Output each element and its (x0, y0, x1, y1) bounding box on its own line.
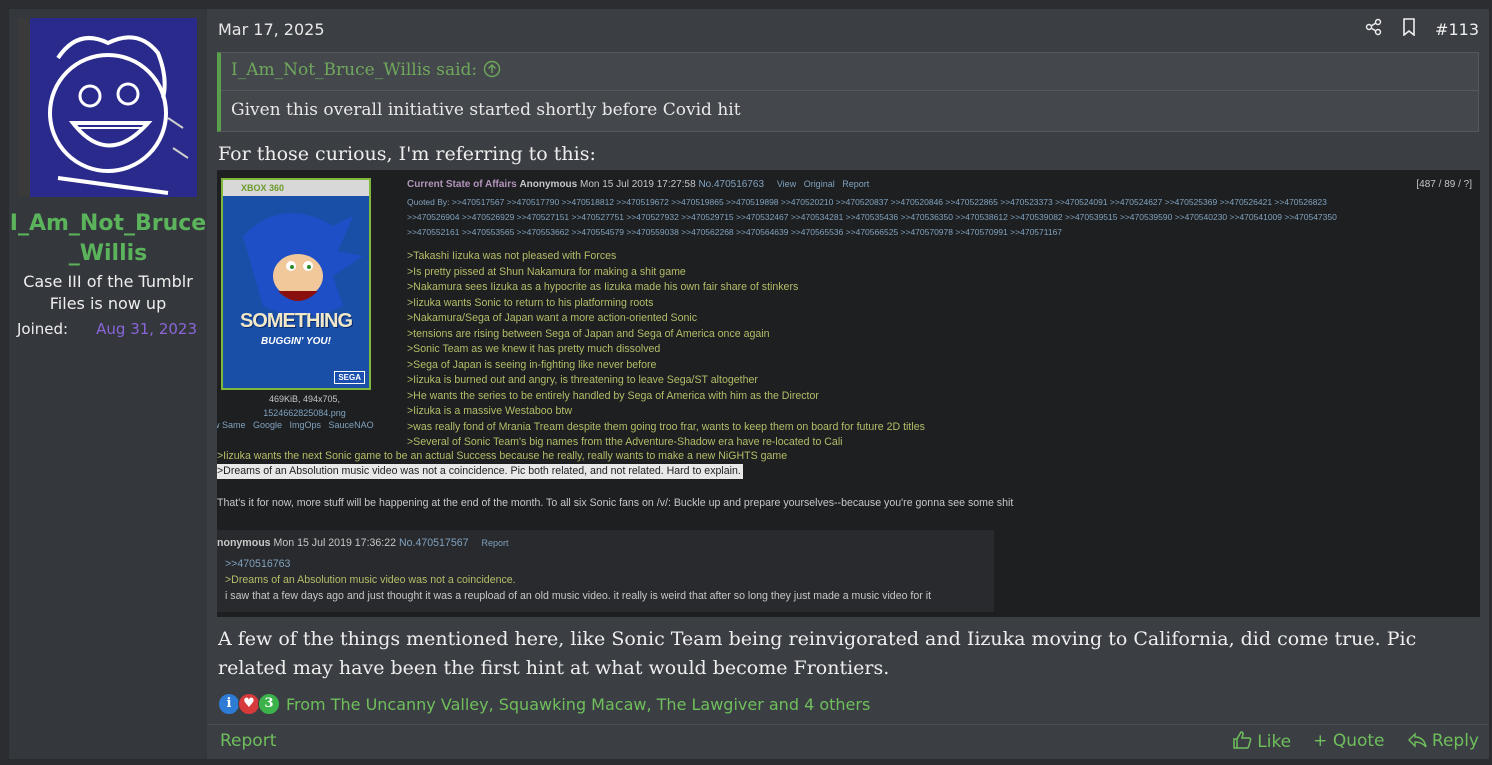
post: I_Am_Not_Bruce _Willis Case III of the T… (8, 8, 1490, 760)
thread-stats: [487 / 89 / ?] (1416, 179, 1472, 190)
greentext-line: >was really fond of Mrania Tream despite… (407, 420, 925, 433)
reply-post-number[interactable]: No.470517567 (399, 537, 469, 549)
username[interactable]: I_Am_Not_Bruce _Willis (9, 209, 207, 269)
avatar[interactable] (18, 18, 197, 197)
quoted-by[interactable]: Quoted By: >>470517567 >>470517790 >>470… (407, 195, 1467, 240)
greentext-line: >Iizuka is burned out and angry, is thre… (407, 374, 758, 386)
quote-source[interactable]: I_Am_Not_Bruce_Willis said: (231, 60, 501, 80)
greentext-highlighted: >Dreams of an Absolution music video was… (217, 464, 743, 479)
footer-actions: Like + Quote Reply (1232, 731, 1479, 752)
info-icon: i (218, 693, 240, 715)
op-links[interactable]: View Original Report (777, 179, 869, 189)
quote-label: Quote (1332, 731, 1385, 751)
quoted-by-line-3[interactable]: >>470552161 >>470553565 >>470553662 >>47… (407, 225, 1467, 240)
greentext-line: >Nakamura/Sega of Japan want a more acti… (407, 312, 698, 324)
joined-date: Aug 31, 2023 (96, 320, 197, 338)
quoted-by-line-2[interactable]: >>470526904 >>470526929 >>470527151 >>47… (407, 210, 1467, 225)
op-post-header: Current State of Affairs Anonymous Mon 1… (407, 179, 869, 190)
heart-icon: ♥ (238, 693, 260, 715)
greentext-line: >tensions are rising between Sega of Jap… (407, 327, 770, 340)
plus-icon: + (1313, 731, 1328, 751)
op-datetime: Mon 15 Jul 2019 17:27:58 (580, 179, 696, 190)
greentext-line: >Sega of Japan is seeing in-fighting lik… (407, 358, 657, 371)
op-closing: That's it for now, more stuff will be ha… (217, 497, 1014, 509)
username-line-1[interactable]: I_Am_Not_Bruce (9, 209, 207, 239)
like-button[interactable]: Like (1232, 731, 1291, 752)
post-main: Mar 17, 2025 #113 I_Am_Not_Bruce_Willis … (207, 9, 1489, 759)
thumb-title: SOMETHING (239, 310, 353, 332)
post-outro: A few of the things mentioned here, like… (218, 628, 1417, 679)
embedded-screenshot[interactable]: XBOX 360 SOMETHING BUGGIN' YOU! SEGA 469… (217, 170, 1480, 617)
user-title: Case III of the Tumblr Files is now up (23, 272, 193, 313)
reply-header: nonymous Mon 15 Jul 2019 17:36:22 No.470… (217, 537, 508, 549)
thumb-publisher: SEGA (334, 371, 365, 384)
image-search-links[interactable]: w Same Google ImgOps SauceNAO (217, 420, 388, 430)
post-intro: For those curious, I'm referring to this… (218, 143, 596, 165)
thumb-subtitle: BUGGIN' YOU! (261, 336, 331, 347)
greentext-line: >Sonic Team as we knew it has pretty muc… (407, 343, 661, 355)
post-date[interactable]: Mar 17, 2025 (218, 20, 325, 39)
like-label: Like (1257, 732, 1292, 752)
reply-post: nonymous Mon 15 Jul 2019 17:36:22 No.470… (217, 530, 994, 612)
reply-datetime: Mon 15 Jul 2019 17:36:22 (273, 537, 397, 549)
file-size: 469KiB, 494x705, (268, 394, 341, 404)
greentext-line: >Is pretty pissed at Shun Nakamura for m… (407, 265, 686, 278)
reply-quote-link[interactable]: >>470516763 (225, 558, 290, 570)
reply-report[interactable]: Report (481, 538, 508, 548)
reply-name: nonymous (217, 537, 271, 549)
quote-source-text[interactable]: I_Am_Not_Bruce_Willis said: (231, 60, 477, 80)
greentext-line: >Iizuka is a massive Westaboo btw (407, 405, 572, 417)
thumbnail-image: XBOX 360 SOMETHING BUGGIN' YOU! SEGA (221, 178, 371, 390)
quote-divider (221, 90, 1478, 91)
share-icon[interactable] (1365, 18, 1383, 40)
laugh-icon: 3 (258, 693, 280, 715)
thumb-brand: XBOX 360 (223, 180, 369, 196)
joined-label: Joined: (17, 320, 69, 338)
quote-block: I_Am_Not_Bruce_Willis said: Given this o… (217, 52, 1479, 132)
quoted-by-line-1[interactable]: Quoted By: >>470517567 >>470517790 >>470… (407, 195, 1467, 210)
avatar-drawing (18, 18, 197, 197)
user-column: I_Am_Not_Bruce _Willis Case III of the T… (9, 9, 207, 759)
greentext-wide: >Iizuka wants the next Sonic game to be … (217, 450, 788, 462)
reply-button[interactable]: Reply (1407, 731, 1479, 752)
reply-text: i saw that a few days ago and just thoug… (225, 590, 932, 602)
bookmark-icon[interactable] (1401, 18, 1417, 40)
sonic-figure (243, 213, 363, 316)
file-name[interactable]: 1524662825084.png (217, 408, 392, 418)
report-link[interactable]: Report (220, 731, 276, 751)
reactions-bar[interactable]: i ♥ 3 From The Uncanny Valley, Squawking… (218, 693, 870, 715)
post-header-actions: #113 (1365, 18, 1479, 40)
greentext-line: >Nakamura sees Iizuka as a hypocrite as … (407, 281, 799, 293)
reactions-text[interactable]: From The Uncanny Valley, Squawking Macaw… (286, 695, 870, 714)
reply-arrow-icon (1407, 731, 1432, 751)
greentext-line: >Takashi Iizuka was not pleased with For… (407, 250, 617, 262)
post-number[interactable]: #113 (1435, 20, 1479, 39)
footer-divider (207, 724, 1489, 725)
op-post-number[interactable]: No.470516763 (698, 179, 764, 190)
quote-button[interactable]: + Quote (1313, 731, 1384, 752)
username-line-2[interactable]: _Willis (9, 239, 207, 269)
greentext-list: >Takashi Iizuka was not pleased with For… (407, 249, 925, 451)
greentext-line: >Iizuka wants Sonic to return to his pla… (407, 296, 654, 309)
reply-greentext: >Dreams of an Absolution music video was… (225, 574, 516, 586)
thumbs-up-icon (1232, 731, 1257, 752)
quote-body: Given this overall initiative started sh… (231, 100, 741, 120)
greentext-line: >He wants the series to be entirely hand… (407, 389, 819, 402)
reply-label: Reply (1431, 731, 1479, 751)
jump-up-icon[interactable] (483, 60, 501, 80)
op-name: Anonymous (519, 179, 578, 190)
op-subject: Current State of Affairs (407, 179, 517, 190)
